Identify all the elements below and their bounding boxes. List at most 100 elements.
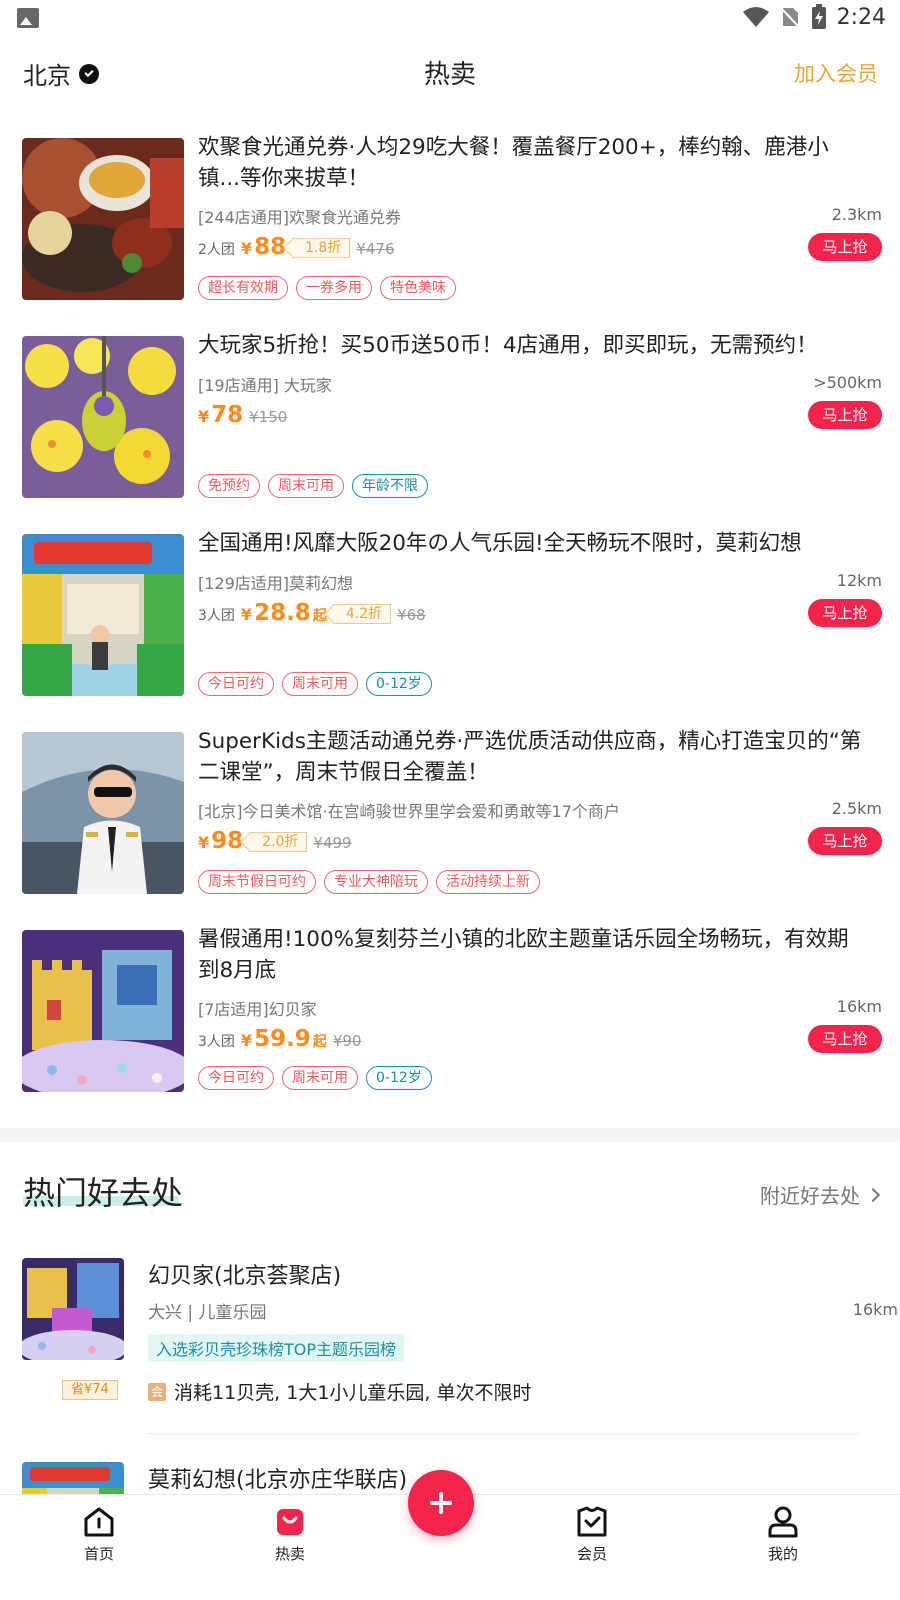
original-price: ¥499 (313, 834, 352, 852)
nav-hot-sale-label: 热卖 (274, 1545, 305, 1563)
original-price: ¥476 (356, 240, 395, 258)
deal-card[interactable]: 暑假通用!100%复刻芬兰小镇的北欧主题童话乐园全场畅玩，有效期到8月底 [7店… (22, 927, 882, 1092)
deal-tag: 特色美味 (380, 276, 456, 300)
app-screen: 2:24 北京 热卖 加入会员 欢聚食光通兑券·人均29吃大餐！覆盖餐厅200+… (0, 0, 900, 1600)
deal-image (22, 336, 184, 498)
place-name: 幻贝家(北京荟聚店) (148, 1264, 342, 1289)
deal-price: 98 (211, 828, 244, 854)
deal-tags: 今日可约 周末可用 0-12岁 (198, 672, 432, 696)
add-button[interactable] (408, 1470, 474, 1536)
deal-tags: 周末节假日可约 专业大神陪玩 活动持续上新 (198, 870, 540, 894)
deal-tag: 0-12岁 (366, 672, 432, 696)
currency-symbol: ¥ (240, 605, 253, 624)
deal-store: [北京]今日美术馆·在宫崎骏世界里学会爱和勇敢等17个商户 (198, 802, 620, 821)
deal-title: 全国通用!风靡大阪20年の人气乐园!全天畅玩不限时，莫莉幻想 (198, 531, 802, 556)
deal-distance: 16km (836, 997, 882, 1016)
gallery-notification-icon (17, 8, 39, 28)
top-header: 北京 热卖 加入会员 (0, 44, 900, 104)
deal-card[interactable]: 欢聚食光通兑券·人均29吃大餐！覆盖餐厅200+，棒约翰、鹿港小镇...等你来拔… (22, 135, 882, 300)
page-title: 热卖 (423, 60, 476, 90)
discount-badge: 4.2折 (332, 604, 392, 624)
deal-tag: 一券多用 (296, 276, 372, 300)
nearby-places-label: 附近好去处 (760, 1184, 860, 1208)
discount-badge: 2.0折 (249, 832, 308, 852)
price-row: 3人团 ¥ 28.8 起 4.2折 ¥68 (198, 600, 426, 626)
deal-price: 59.9 (254, 1026, 311, 1052)
deal-distance: 12km (836, 571, 882, 590)
buy-now-button[interactable]: 马上抢 (808, 1025, 882, 1053)
currency-symbol: ¥ (198, 407, 210, 426)
place-name: 莫莉幻想(北京亦庄华联店) (148, 1468, 408, 1493)
battery-charging-icon (811, 4, 826, 29)
deal-card[interactable]: SuperKids主题活动通兑券·严选优质活动供应商，精心打造宝贝的“第二课堂”… (22, 729, 882, 894)
price-row: 3人团 ¥ 59.9 起 ¥90 (198, 1026, 361, 1052)
nav-member-label: 会员 (576, 1545, 607, 1563)
member-benefit: 会 消耗11贝壳, 1大1小儿童乐园, 单次不限时 (148, 1378, 532, 1405)
deal-tag: 活动持续上新 (436, 870, 540, 894)
deal-tag: 周末可用 (282, 1066, 358, 1090)
deal-price: 78 (211, 402, 244, 428)
currency-symbol: ¥ (240, 1031, 253, 1050)
group-size: 2人团 (198, 242, 235, 258)
nav-profile-label: 我的 (767, 1545, 798, 1563)
deal-tag: 周末节假日可约 (198, 870, 316, 894)
deal-card[interactable]: 全国通用!风靡大阪20年の人气乐园!全天畅玩不限时，莫莉幻想 [129店适用]莫… (22, 531, 882, 696)
home-icon (84, 1507, 114, 1537)
deal-store: [244店通用]欢聚食光通兑券 (198, 208, 402, 227)
section-title: 热门好去处 (23, 1174, 184, 1212)
join-member-link[interactable]: 加入会员 (794, 58, 878, 88)
section-separator (0, 1128, 900, 1142)
discount-badge: 1.8折 (292, 238, 351, 258)
deal-image (22, 732, 184, 894)
deal-store: [129店适用]莫莉幻想 (198, 574, 354, 593)
currency-symbol: ¥ (198, 833, 210, 852)
deal-tag: 今日可约 (198, 1066, 274, 1090)
nav-home[interactable]: 首页 (39, 1505, 159, 1564)
no-sim-icon (779, 7, 800, 28)
price-row: 2人团 ¥ 88 1.8折 ¥476 (198, 234, 395, 260)
original-price: ¥150 (249, 408, 288, 426)
nav-home-label: 首页 (83, 1545, 114, 1563)
deal-distance: 2.3km (831, 205, 882, 224)
list-divider (148, 1433, 858, 1434)
buy-now-button[interactable]: 马上抢 (808, 233, 882, 261)
price-row: ¥ 78 ¥150 (198, 402, 287, 428)
chevron-right-icon (865, 1187, 881, 1202)
buy-now-button[interactable]: 马上抢 (808, 599, 882, 627)
deal-tag: 周末可用 (282, 672, 358, 696)
nav-profile[interactable]: 我的 (723, 1505, 843, 1564)
deal-image (22, 930, 184, 1092)
deal-title: 暑假通用!100%复刻芬兰小镇的北欧主题童话乐园全场畅玩，有效期到8月底 (198, 927, 849, 983)
hot-sale-icon (277, 1509, 303, 1535)
place-distance: 16km (852, 1300, 898, 1319)
deal-tag: 专业大神陪玩 (324, 870, 428, 894)
price-from-suffix: 起 (312, 1034, 327, 1050)
nav-hot-sale[interactable]: 热卖 (230, 1505, 350, 1564)
deal-tags: 今日可约 周末可用 0-12岁 (198, 1066, 432, 1090)
deal-tag: 年龄不限 (352, 474, 428, 498)
price-row: ¥ 98 2.0折 ¥499 (198, 828, 352, 854)
deal-image (22, 534, 184, 696)
deal-store: [7店适用]幻贝家 (198, 1000, 317, 1019)
deal-tags: 免预约 周末可用 年龄不限 (198, 474, 428, 498)
nearby-places-link[interactable]: 附近好去处 (760, 1180, 881, 1209)
group-size: 3人团 (198, 1034, 235, 1050)
original-price: ¥68 (397, 606, 426, 624)
buy-now-button[interactable]: 马上抢 (808, 401, 882, 429)
wifi-icon (742, 7, 769, 27)
group-size: 3人团 (198, 608, 235, 624)
member-benefit-icon: 会 (148, 1382, 166, 1401)
profile-icon (768, 1506, 798, 1538)
deal-card[interactable]: 大玩家5折抢！买50币送50币！4店通用，即买即玩，无需预约！ [19店通用] … (22, 333, 882, 498)
nav-member[interactable]: 会员 (532, 1505, 652, 1564)
deal-tag: 超长有效期 (198, 276, 288, 300)
deal-title: SuperKids主题活动通兑券·严选优质活动供应商，精心打造宝贝的“第二课堂”… (198, 729, 862, 785)
deal-distance: >500km (813, 373, 882, 392)
deal-price: 28.8 (254, 600, 311, 626)
place-category: 大兴 | 儿童乐园 (148, 1303, 267, 1323)
buy-now-button[interactable]: 马上抢 (808, 827, 882, 855)
deal-store: [19店通用] 大玩家 (198, 376, 332, 395)
ranking-badge: 入选彩贝壳珍珠榜TOP主题乐园榜 (148, 1334, 405, 1362)
deal-tag: 免预约 (198, 474, 260, 498)
deal-tag: 周末可用 (268, 474, 344, 498)
